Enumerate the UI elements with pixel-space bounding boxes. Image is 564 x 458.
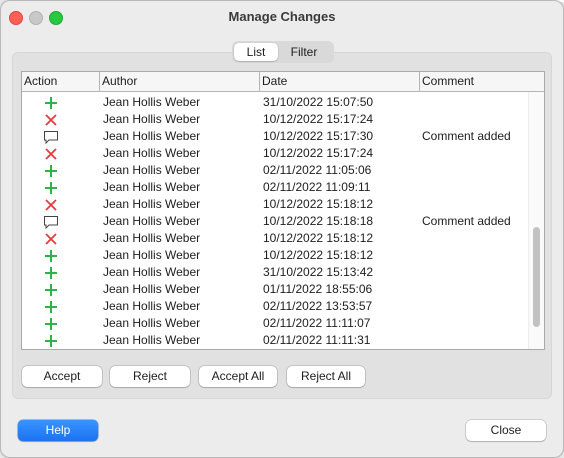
accept-all-button[interactable]: Accept All bbox=[199, 366, 277, 387]
date-cell: 10/12/2022 15:18:18 bbox=[263, 214, 374, 228]
tab-list[interactable]: List bbox=[234, 43, 278, 61]
insertion-icon bbox=[43, 248, 59, 264]
author-cell: Jean Hollis Weber bbox=[103, 180, 201, 194]
insertion-icon bbox=[43, 180, 59, 196]
action-cell bbox=[22, 111, 80, 128]
table-row[interactable]: Jean Hollis Weber 02/11/2022 13:53:57 bbox=[22, 298, 528, 315]
table-body: Jean Hollis Weber 31/10/2022 15:07:50 Jean… bbox=[22, 94, 528, 349]
comment-icon bbox=[43, 129, 59, 145]
changes-table: Action Author Date Comment Jean Hollis W… bbox=[21, 71, 545, 350]
date-cell: 02/11/2022 11:11:31 bbox=[263, 333, 371, 347]
date-cell: 02/11/2022 11:11:07 bbox=[263, 316, 371, 330]
action-cell bbox=[22, 315, 80, 332]
author-cell: Jean Hollis Weber bbox=[103, 265, 201, 279]
tab-filter[interactable]: Filter bbox=[278, 43, 330, 61]
date-cell: 10/12/2022 15:18:12 bbox=[263, 231, 374, 245]
insertion-icon bbox=[43, 282, 59, 298]
action-cell bbox=[22, 298, 80, 315]
help-button[interactable]: Help bbox=[18, 420, 98, 441]
table-row[interactable]: Jean Hollis Weber 02/11/2022 11:11:31 bbox=[22, 332, 528, 349]
view-tabs: List Filter bbox=[232, 41, 334, 63]
action-cell bbox=[22, 145, 80, 162]
table-row[interactable]: Jean Hollis Weber 02/11/2022 11:05:06 bbox=[22, 162, 528, 179]
action-cell bbox=[22, 128, 80, 145]
accept-button[interactable]: Accept bbox=[22, 366, 102, 387]
author-cell: Jean Hollis Weber bbox=[103, 214, 201, 228]
date-cell: 10/12/2022 15:18:12 bbox=[263, 197, 374, 211]
column-header-author[interactable]: Author bbox=[100, 72, 260, 91]
author-cell: Jean Hollis Weber bbox=[103, 299, 201, 313]
date-cell: 02/11/2022 11:05:06 bbox=[263, 163, 372, 177]
action-cell bbox=[22, 179, 80, 196]
action-cell bbox=[22, 196, 80, 213]
author-cell: Jean Hollis Weber bbox=[103, 129, 201, 143]
date-cell: 10/12/2022 15:17:24 bbox=[263, 146, 374, 160]
table-row[interactable]: Jean Hollis Weber 02/11/2022 11:11:07 bbox=[22, 315, 528, 332]
deletion-icon bbox=[43, 231, 59, 247]
table-row[interactable]: Jean Hollis Weber 10/12/2022 15:17:30 Comm… bbox=[22, 128, 528, 145]
column-header-date[interactable]: Date bbox=[260, 72, 420, 91]
author-cell: Jean Hollis Weber bbox=[103, 112, 201, 126]
comment-cell: Comment added bbox=[422, 129, 511, 143]
table-row[interactable]: Jean Hollis Weber 10/12/2022 15:17:24 bbox=[22, 145, 528, 162]
column-header-action[interactable]: Action bbox=[22, 72, 100, 91]
date-cell: 02/11/2022 11:09:11 bbox=[263, 180, 371, 194]
table-row[interactable]: Jean Hollis Weber 10/12/2022 15:18:12 bbox=[22, 247, 528, 264]
scrollbar-thumb[interactable] bbox=[533, 227, 540, 327]
column-header-comment[interactable]: Comment bbox=[420, 72, 544, 91]
author-cell: Jean Hollis Weber bbox=[103, 146, 201, 160]
author-cell: Jean Hollis Weber bbox=[103, 95, 201, 109]
insertion-icon bbox=[43, 163, 59, 179]
action-cell bbox=[22, 264, 80, 281]
table-row[interactable]: Jean Hollis Weber 31/10/2022 15:13:42 bbox=[22, 264, 528, 281]
close-button[interactable]: Close bbox=[466, 420, 546, 441]
table-row[interactable]: Jean Hollis Weber 31/10/2022 15:07:50 bbox=[22, 94, 528, 111]
insertion-icon bbox=[43, 333, 59, 349]
title-bar: Manage Changes bbox=[1, 1, 563, 33]
date-cell: 31/10/2022 15:07:50 bbox=[263, 95, 374, 109]
date-cell: 31/10/2022 15:13:42 bbox=[263, 265, 374, 279]
table-row[interactable]: Jean Hollis Weber 10/12/2022 15:17:24 bbox=[22, 111, 528, 128]
table-row[interactable]: Jean Hollis Weber 01/11/2022 18:55:06 bbox=[22, 281, 528, 298]
author-cell: Jean Hollis Weber bbox=[103, 248, 201, 262]
insertion-icon bbox=[43, 299, 59, 315]
author-cell: Jean Hollis Weber bbox=[103, 333, 201, 347]
action-cell bbox=[22, 281, 80, 298]
date-cell: 10/12/2022 15:17:30 bbox=[263, 129, 374, 143]
deletion-icon bbox=[43, 197, 59, 213]
insertion-icon bbox=[43, 265, 59, 281]
author-cell: Jean Hollis Weber bbox=[103, 316, 201, 330]
insertion-icon bbox=[43, 316, 59, 332]
table-row[interactable]: Jean Hollis Weber 10/12/2022 15:18:12 bbox=[22, 230, 528, 247]
action-cell bbox=[22, 162, 80, 179]
action-cell bbox=[22, 213, 80, 230]
action-cell bbox=[22, 332, 80, 349]
manage-changes-dialog: Manage Changes List Filter Action Author… bbox=[0, 0, 564, 458]
reject-button[interactable]: Reject bbox=[110, 366, 190, 387]
date-cell: 10/12/2022 15:18:12 bbox=[263, 248, 374, 262]
vertical-scrollbar[interactable] bbox=[528, 92, 544, 349]
table-header: Action Author Date Comment bbox=[22, 72, 544, 92]
table-row[interactable]: Jean Hollis Weber 02/11/2022 11:09:11 bbox=[22, 179, 528, 196]
comment-icon bbox=[43, 214, 59, 230]
action-cell bbox=[22, 230, 80, 247]
dialog-title: Manage Changes bbox=[228, 9, 336, 24]
comment-cell: Comment added bbox=[422, 214, 511, 228]
table-row[interactable]: Jean Hollis Weber 10/12/2022 15:18:18 Comm… bbox=[22, 213, 528, 230]
action-cell bbox=[22, 247, 80, 264]
date-cell: 01/11/2022 18:55:06 bbox=[263, 282, 373, 296]
deletion-icon bbox=[43, 112, 59, 128]
author-cell: Jean Hollis Weber bbox=[103, 197, 201, 211]
author-cell: Jean Hollis Weber bbox=[103, 231, 201, 245]
reject-all-button[interactable]: Reject All bbox=[287, 366, 365, 387]
author-cell: Jean Hollis Weber bbox=[103, 163, 201, 177]
date-cell: 10/12/2022 15:17:24 bbox=[263, 112, 374, 126]
deletion-icon bbox=[43, 146, 59, 162]
author-cell: Jean Hollis Weber bbox=[103, 282, 201, 296]
insertion-icon bbox=[43, 95, 59, 111]
date-cell: 02/11/2022 13:53:57 bbox=[263, 299, 373, 313]
action-cell bbox=[22, 94, 80, 111]
table-row[interactable]: Jean Hollis Weber 10/12/2022 15:18:12 bbox=[22, 196, 528, 213]
